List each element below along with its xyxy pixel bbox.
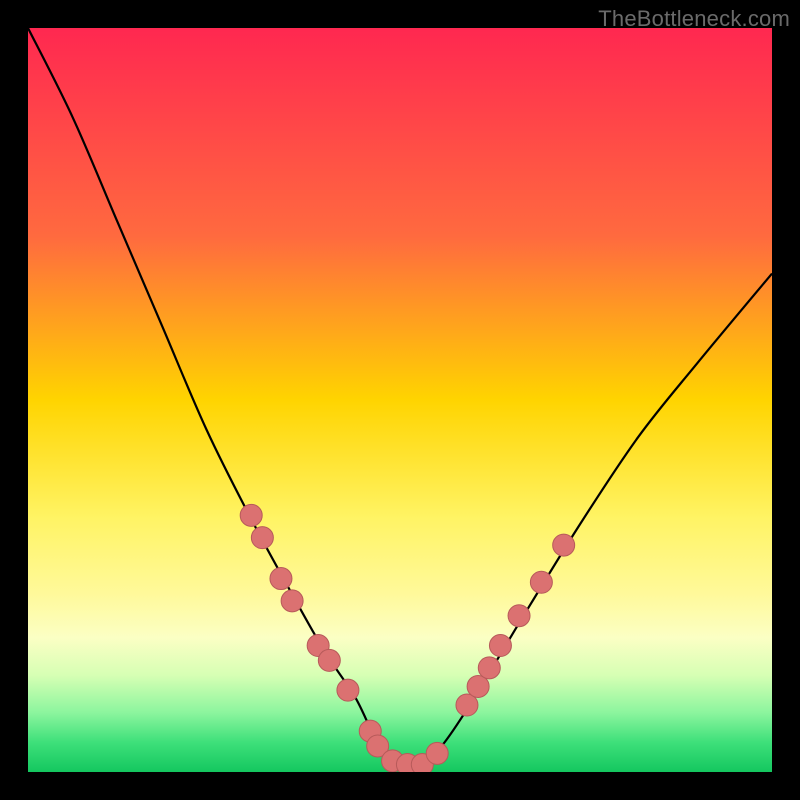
- data-marker: [508, 605, 530, 627]
- watermark-text: TheBottleneck.com: [598, 6, 790, 32]
- data-marker: [318, 649, 340, 671]
- data-marker: [337, 679, 359, 701]
- data-marker: [240, 504, 262, 526]
- data-marker: [478, 657, 500, 679]
- data-marker: [489, 635, 511, 657]
- data-marker: [270, 568, 292, 590]
- chart-container: TheBottleneck.com: [0, 0, 800, 800]
- data-marker: [530, 571, 552, 593]
- data-marker: [281, 590, 303, 612]
- chart-svg: [28, 28, 772, 772]
- data-marker: [251, 527, 273, 549]
- data-marker: [553, 534, 575, 556]
- data-marker: [426, 742, 448, 764]
- gradient-background: [28, 28, 772, 772]
- plot-area: [28, 28, 772, 772]
